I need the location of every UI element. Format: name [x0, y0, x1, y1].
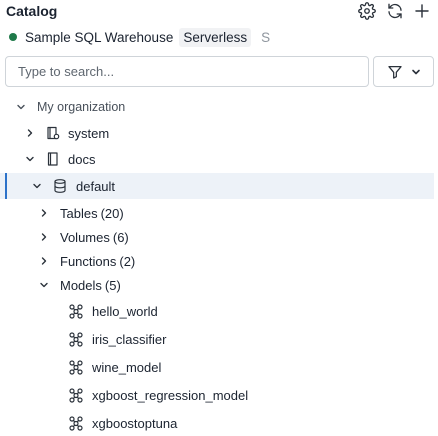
- models-label: Models: [60, 277, 102, 293]
- catalog-icon: [44, 124, 62, 142]
- search-input[interactable]: [6, 57, 368, 86]
- chevron-right-icon[interactable]: [38, 231, 50, 243]
- model-icon: [67, 330, 85, 348]
- tree-node-label: Tables (20): [60, 206, 124, 221]
- tree-node-models[interactable]: Models (5): [0, 272, 434, 298]
- tables-count: (20): [100, 205, 124, 221]
- chevron-right-icon[interactable]: [38, 207, 50, 219]
- catalog-panel: Catalog Sample SQL Warehouse Serverless: [0, 0, 438, 431]
- chevron-down-icon[interactable]: [38, 279, 50, 291]
- chevron-down-icon: [411, 69, 420, 74]
- tree-node-volumes[interactable]: Volumes (6): [0, 224, 434, 250]
- tree-node-label: default: [76, 178, 116, 194]
- tree-node-my-organization[interactable]: My organization: [0, 94, 434, 120]
- model-icon: [67, 386, 85, 404]
- plus-icon[interactable]: [412, 1, 432, 21]
- selection-indicator: [5, 173, 7, 199]
- database-icon: [51, 177, 69, 195]
- model-item-label: xgboostoptuna: [92, 415, 178, 431]
- tree-node-label: Functions (2): [60, 254, 135, 269]
- tree-node-default[interactable]: default: [0, 173, 434, 199]
- chevron-down-icon[interactable]: [31, 180, 43, 192]
- tree-node-label: Volumes (6): [60, 230, 129, 245]
- tree-node-docs[interactable]: docs: [0, 146, 434, 172]
- search-box: [5, 56, 369, 87]
- tables-label: Tables: [60, 205, 98, 221]
- warehouse-size-label: S: [261, 29, 271, 45]
- tree-node-system[interactable]: system: [0, 120, 434, 146]
- functions-count: (2): [119, 253, 136, 269]
- volumes-count: (6): [112, 229, 129, 245]
- warehouse-status-dot: [9, 33, 17, 41]
- catalog-icon: [44, 150, 62, 168]
- chevron-down-icon[interactable]: [24, 153, 36, 165]
- chevron-right-icon[interactable]: [24, 127, 36, 139]
- refresh-icon[interactable]: [385, 1, 405, 21]
- chevron-down-icon[interactable]: [15, 101, 27, 113]
- model-icon: [67, 414, 85, 432]
- tree-node-functions[interactable]: Functions (2): [0, 248, 434, 274]
- catalog-header: Catalog: [0, 0, 438, 24]
- model-item[interactable]: wine_model: [0, 354, 434, 380]
- model-item[interactable]: iris_classifier: [0, 326, 434, 352]
- model-item-label: wine_model: [92, 359, 162, 375]
- warehouse-selector[interactable]: Sample SQL Warehouse Serverless S: [0, 25, 438, 49]
- chevron-right-icon[interactable]: [38, 255, 50, 267]
- filter-button[interactable]: [373, 56, 434, 87]
- models-count: (5): [104, 277, 121, 293]
- model-item[interactable]: hello_world: [0, 298, 434, 324]
- model-item[interactable]: xgboostoptuna: [0, 410, 434, 436]
- tree-node-label: My organization: [37, 100, 126, 114]
- serverless-badge: Serverless: [179, 27, 252, 47]
- model-item-label: xgboost_regression_model: [92, 387, 249, 403]
- model-icon: [67, 302, 85, 320]
- functions-label: Functions: [60, 253, 117, 269]
- tree-node-label: docs: [68, 151, 96, 167]
- model-item[interactable]: xgboost_regression_model: [0, 382, 434, 408]
- warehouse-name[interactable]: Sample SQL Warehouse: [25, 30, 173, 45]
- gear-icon[interactable]: [357, 1, 377, 21]
- filter-icon: [387, 65, 402, 79]
- tree-node-label: Models (5): [60, 278, 121, 293]
- model-item-label: iris_classifier: [92, 331, 167, 347]
- panel-title: Catalog: [6, 3, 58, 19]
- tree-node-label: system: [68, 125, 110, 141]
- volumes-label: Volumes: [60, 229, 110, 245]
- model-item-label: hello_world: [92, 303, 158, 319]
- tree-node-tables[interactable]: Tables (20): [0, 200, 434, 226]
- model-icon: [67, 358, 85, 376]
